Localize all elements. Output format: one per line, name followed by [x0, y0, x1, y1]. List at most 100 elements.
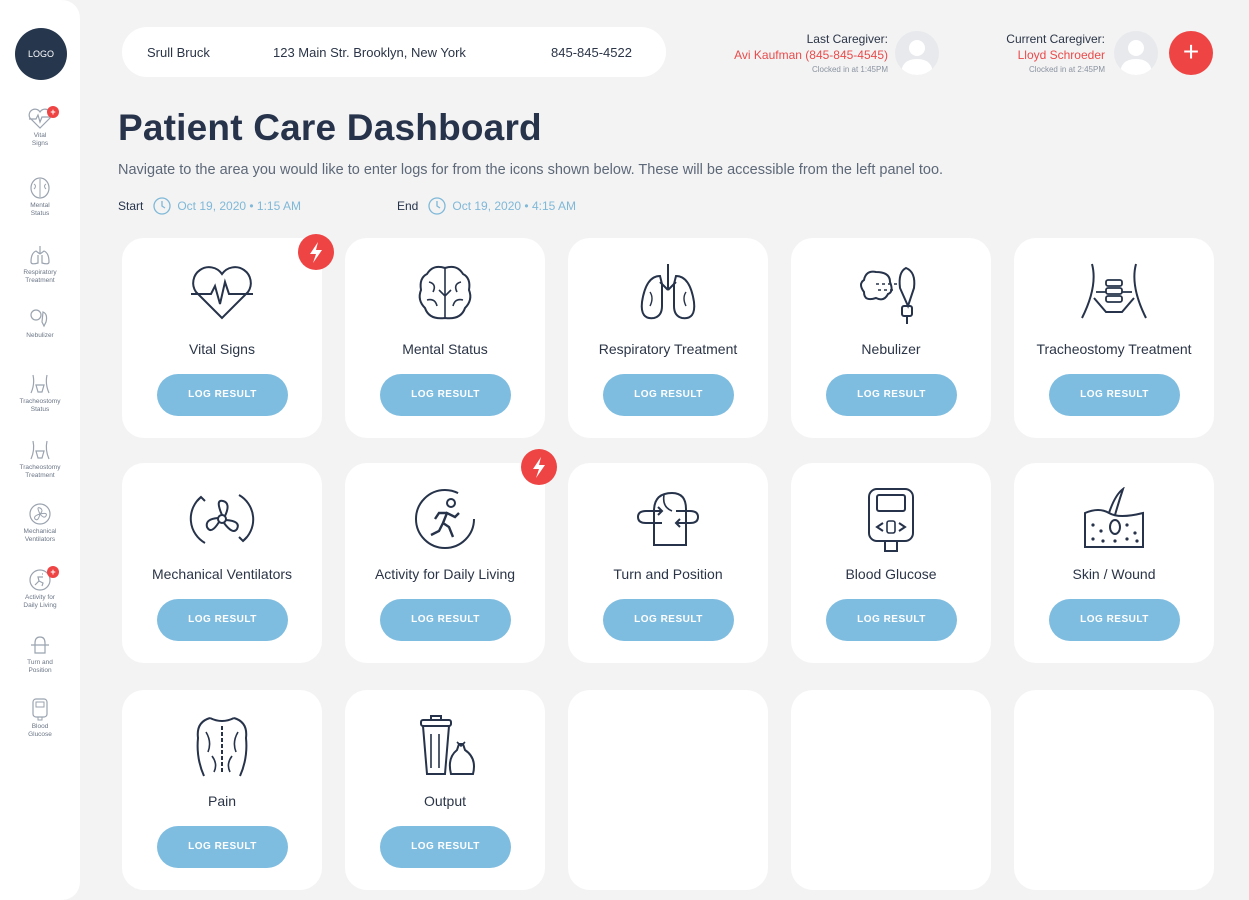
- card-blood-glucose[interactable]: Blood Glucose LOG RESULT: [791, 463, 991, 663]
- lungs-icon: [30, 246, 50, 265]
- sidebar-item-blood-glucose[interactable]: Blood Glucose: [0, 697, 80, 739]
- nav-badge: +: [47, 566, 59, 578]
- current-caregiver-name[interactable]: Lloyd Schroeder: [1006, 48, 1105, 62]
- log-result-button[interactable]: LOG RESULT: [1049, 599, 1180, 641]
- empty-card: [791, 690, 991, 890]
- card-label: Activity for Daily Living: [374, 566, 516, 582]
- card-tracheostomy-treatment[interactable]: Tracheostomy Treatment LOG RESULT: [1014, 238, 1214, 438]
- brain-icon: [418, 265, 472, 320]
- log-result-button[interactable]: LOG RESULT: [157, 599, 288, 641]
- card-mental-status[interactable]: Mental Status LOG RESULT: [345, 238, 545, 438]
- alert-badge[interactable]: [521, 449, 557, 485]
- log-result-button[interactable]: LOG RESULT: [826, 374, 957, 416]
- card-label: Tracheostomy Treatment: [1036, 341, 1192, 357]
- card-activity-daily-living[interactable]: Activity for Daily Living LOG RESULT: [345, 463, 545, 663]
- clock-icon: [428, 197, 447, 215]
- heart-rate-icon: [191, 266, 253, 320]
- lightning-icon: [310, 242, 322, 263]
- nebulizer-icon: [30, 309, 48, 328]
- sidebar-item-label: Turn and Position: [27, 659, 53, 674]
- page-subtitle: Navigate to the area you would like to e…: [118, 162, 944, 178]
- current-caregiver-title: Current Caregiver:: [1006, 32, 1105, 46]
- end-time[interactable]: End Oct 19, 2020 • 4:15 AM: [397, 197, 576, 215]
- card-label: Vital Signs: [189, 341, 255, 357]
- avatar: [1114, 31, 1158, 75]
- sidebar-item-mechanical-ventilators[interactable]: Mechanical Ventilators: [0, 502, 80, 544]
- runner-icon: [415, 489, 475, 549]
- alert-badge[interactable]: [298, 234, 334, 270]
- card-turn-position[interactable]: Turn and Position LOG RESULT: [568, 463, 768, 663]
- trachea-icon: [1081, 263, 1147, 319]
- current-caregiver-clock: Clocked in at 2:45PM: [1028, 65, 1105, 74]
- log-result-button[interactable]: LOG RESULT: [157, 374, 288, 416]
- sidebar-item-activity-daily-living[interactable]: + Activity for Daily Living: [0, 566, 80, 610]
- sidebar-item-respiratory-treatment[interactable]: Respiratory Treatment: [0, 243, 80, 285]
- empty-card: [1014, 690, 1214, 890]
- start-value: Oct 19, 2020 • 1:15 AM: [177, 199, 301, 213]
- waste-bin-icon: [420, 715, 475, 775]
- last-caregiver: Last Caregiver: Avi Kaufman (845-845-454…: [734, 32, 888, 74]
- start-time[interactable]: Start Oct 19, 2020 • 1:15 AM: [118, 197, 301, 215]
- glucose-meter-icon: [32, 698, 48, 721]
- last-caregiver-title: Last Caregiver:: [806, 32, 888, 46]
- sidebar-item-turn-position[interactable]: Turn and Position: [0, 633, 80, 675]
- sidebar-item-label: Activity for Daily Living: [23, 594, 57, 609]
- logo[interactable]: LOGO: [15, 28, 67, 80]
- log-result-button[interactable]: LOG RESULT: [380, 826, 511, 868]
- log-result-button[interactable]: LOG RESULT: [603, 374, 734, 416]
- sidebar-item-label: Vital Signs: [31, 132, 49, 147]
- sidebar-item-label: Mental Status: [30, 202, 50, 217]
- back-pain-icon: [196, 717, 248, 777]
- card-mechanical-ventilators[interactable]: Mechanical Ventilators LOG RESULT: [122, 463, 322, 663]
- add-button[interactable]: +: [1169, 31, 1213, 75]
- sidebar-item-label: Tracheostomy Treatment: [19, 464, 61, 479]
- turn-icon: [31, 636, 49, 654]
- sidebar-item-label: Blood Glucose: [28, 723, 52, 738]
- sidebar-item-tracheostomy-treatment[interactable]: Tracheostomy Treatment: [0, 438, 80, 480]
- user-avatar-icon: [901, 40, 933, 75]
- card-nebulizer[interactable]: Nebulizer LOG RESULT: [791, 238, 991, 438]
- lungs-icon: [640, 264, 696, 320]
- sidebar-item-label: Mechanical Ventilators: [23, 528, 57, 543]
- patient-phone: 845-845-4522: [551, 44, 632, 60]
- page-title: Patient Care Dashboard: [118, 107, 542, 148]
- log-result-button[interactable]: LOG RESULT: [826, 599, 957, 641]
- card-label: Skin / Wound: [1072, 566, 1156, 582]
- sidebar-item-tracheostomy-status[interactable]: Tracheostomy Status: [0, 372, 80, 414]
- empty-card: [568, 690, 768, 890]
- sidebar-item-vital-signs[interactable]: + Vital Signs: [0, 106, 80, 148]
- fan-icon: [29, 503, 51, 525]
- sidebar-item-label: Tracheostomy Status: [19, 398, 61, 413]
- patient-name: Srull Bruck: [147, 44, 210, 60]
- log-result-button[interactable]: LOG RESULT: [380, 374, 511, 416]
- sidebar: LOGO + Vital Signs Mental Status Respira…: [0, 0, 80, 900]
- card-label: Turn and Position: [613, 566, 723, 582]
- nav-badge: +: [47, 106, 59, 118]
- last-caregiver-clock: Clocked in at 1:45PM: [811, 65, 888, 74]
- sidebar-item-nebulizer[interactable]: Nebulizer: [0, 306, 80, 340]
- patient-info-bar: Srull Bruck 123 Main Str. Brooklyn, New …: [122, 27, 666, 77]
- card-label: Mechanical Ventilators: [151, 566, 293, 582]
- card-label: Output: [423, 793, 467, 809]
- card-label: Pain: [207, 793, 237, 809]
- card-pain[interactable]: Pain LOG RESULT: [122, 690, 322, 890]
- sidebar-item-mental-status[interactable]: Mental Status: [0, 176, 80, 218]
- card-label: Nebulizer: [861, 341, 921, 357]
- log-result-button[interactable]: LOG RESULT: [603, 599, 734, 641]
- end-label: End: [397, 199, 419, 213]
- log-result-button[interactable]: LOG RESULT: [157, 826, 288, 868]
- trachea-icon: [30, 374, 50, 394]
- nebulizer-icon: [860, 266, 916, 324]
- lightning-icon: [533, 457, 545, 478]
- patient-address: 123 Main Str. Brooklyn, New York: [273, 44, 466, 60]
- brain-icon: [30, 177, 50, 199]
- log-result-button[interactable]: LOG RESULT: [1049, 374, 1180, 416]
- card-respiratory-treatment[interactable]: Respiratory Treatment LOG RESULT: [568, 238, 768, 438]
- card-label: Mental Status: [402, 341, 488, 357]
- last-caregiver-name[interactable]: Avi Kaufman (845-845-4545): [734, 48, 888, 62]
- card-vital-signs[interactable]: Vital Signs LOG RESULT: [122, 238, 322, 438]
- log-result-button[interactable]: LOG RESULT: [380, 599, 511, 641]
- card-output[interactable]: Output LOG RESULT: [345, 690, 545, 890]
- clock-icon: [153, 197, 171, 215]
- card-skin-wound[interactable]: Skin / Wound LOG RESULT: [1014, 463, 1214, 663]
